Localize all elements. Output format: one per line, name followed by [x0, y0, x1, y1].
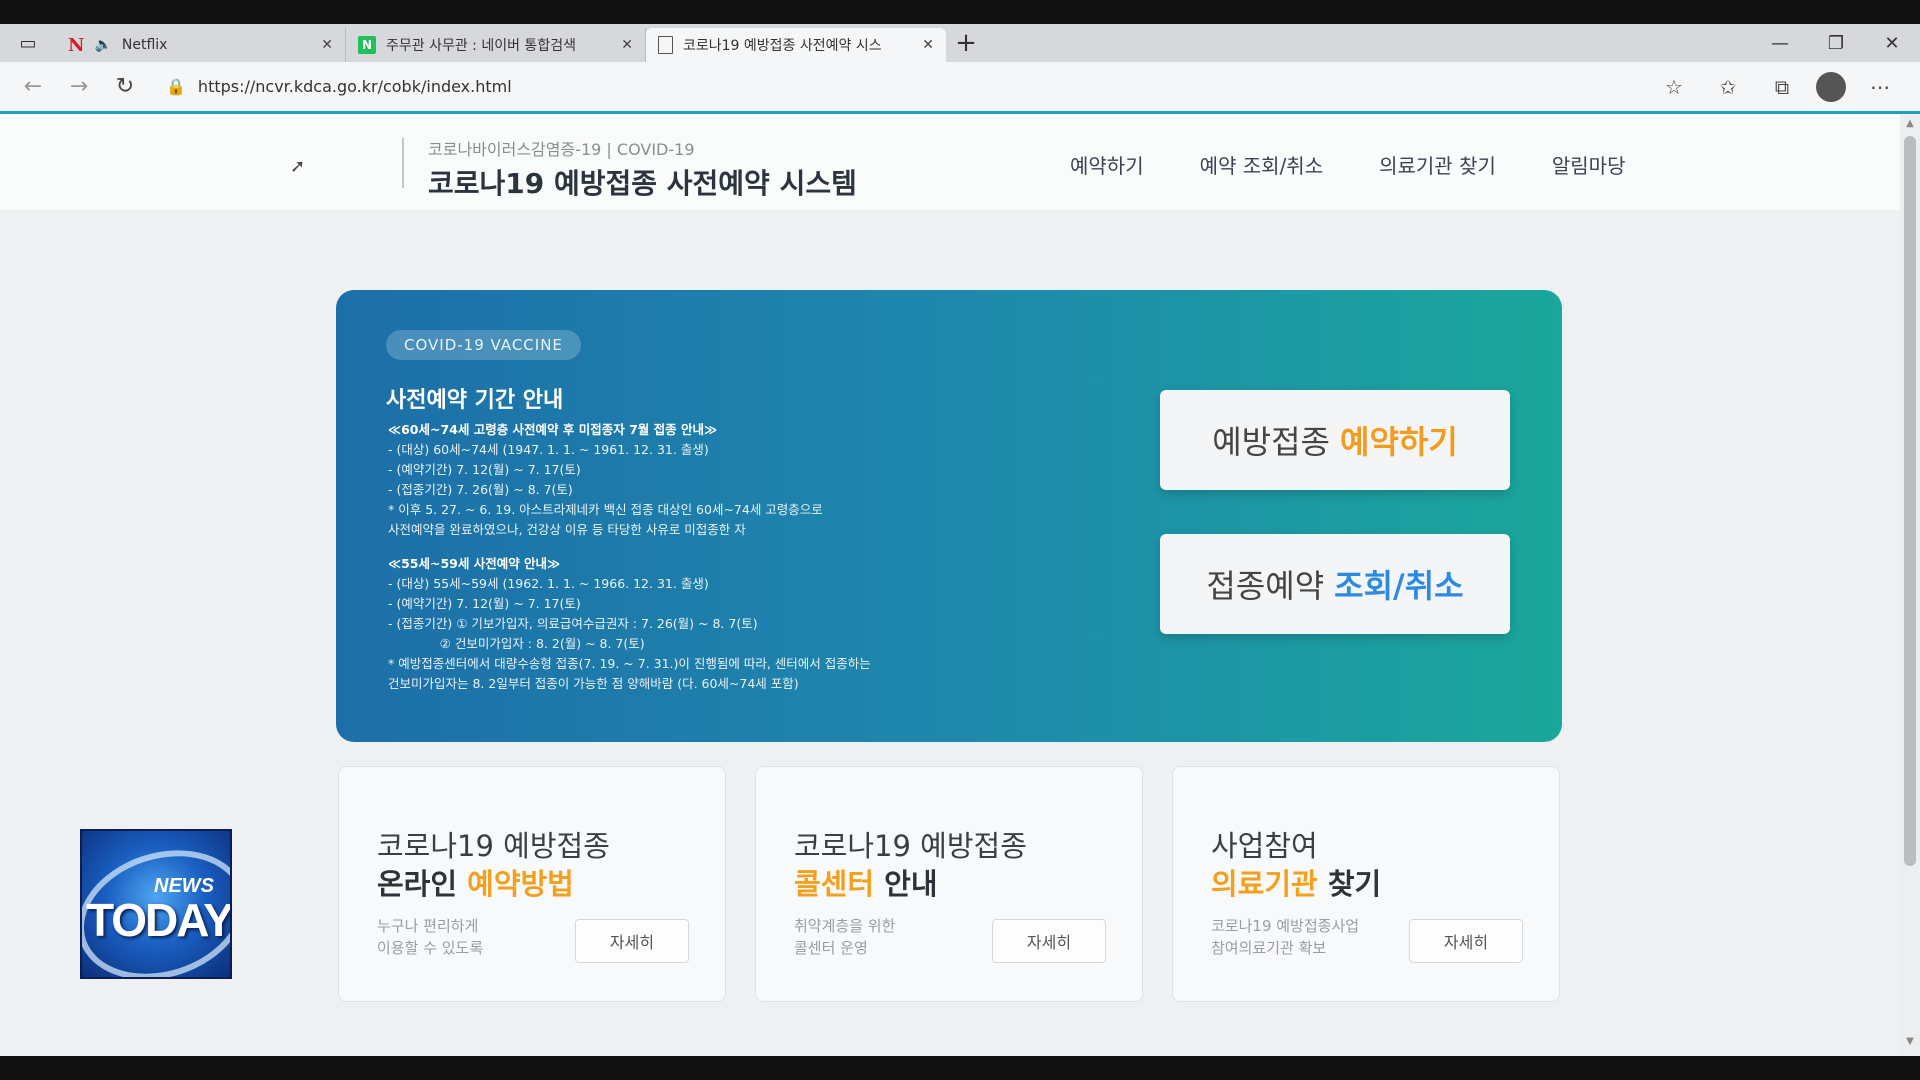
header-divider [402, 138, 404, 188]
card-title-line1: 코로나19 예방접종 [377, 829, 610, 863]
tab-actions-icon[interactable]: ▭ [0, 24, 56, 62]
nav-notices[interactable]: 알림마당 [1552, 150, 1626, 179]
tab-label: 주무관 사무관 : 네이버 통합검색 [386, 38, 576, 54]
vaccine-badge: COVID-19 VACCINE [386, 330, 581, 360]
nav-reserve[interactable]: 예약하기 [1070, 150, 1144, 179]
hero-title: 사전예약 기간 안내 [386, 388, 564, 413]
button-highlight: 예약하기 [1340, 423, 1458, 461]
profile-avatar[interactable] [1816, 71, 1846, 102]
card-title-line2: 콜센터 안내 [794, 867, 938, 901]
collections-icon[interactable]: ⧉ [1762, 67, 1802, 107]
close-icon[interactable]: ✕ [621, 37, 633, 53]
notice-line: - (접종기간) 7. 26(월) ~ 8. 7(토) [388, 482, 573, 497]
hero-banner: COVID-19 VACCINE 사전예약 기간 안내 ≪60세~74세 고령층… [336, 290, 1562, 742]
tab-label: 코로나19 예방접종 사전예약 시스 [683, 38, 882, 54]
notice-line: * 이후 5. 27. ~ 6. 19. 아스트라제네카 백신 접종 대상인 6… [388, 502, 823, 517]
notice-line: * 예방접종센터에서 대량수송형 접종(7. 19. ~ 7. 31.)이 진행… [388, 656, 871, 671]
notice-line: - (예약기간) 7. 12(월) ~ 7. 17(토) [388, 462, 581, 477]
card-description: 코로나19 예방접종사업 참여의료기관 확보 [1211, 917, 1360, 957]
letterbox-top [0, 0, 1920, 24]
site-title[interactable]: 코로나19 예방접종 사전예약 시스템 [428, 162, 857, 202]
tab-netflix[interactable]: N 🔈 Netflix ✕ [56, 28, 346, 62]
favorites-icon[interactable]: ✩ [1708, 67, 1748, 107]
netflix-icon: N [68, 34, 85, 56]
card-call-center[interactable]: 코로나19 예방접종 콜센터 안내 취약계층을 위한 콜센터 운영 자세히 [755, 766, 1143, 1002]
page-viewport: ➚ 코로나바이러스감염증-19 | COVID-19 코로나19 예방접종 사전… [0, 114, 1900, 1056]
card-detail-button[interactable]: 자세히 [992, 919, 1106, 963]
main-nav: 예약하기 예약 조회/취소 의료기관 찾기 알림마당 [1070, 150, 1625, 179]
site-header: ➚ 코로나바이러스감염증-19 | COVID-19 코로나19 예방접종 사전… [0, 114, 1900, 210]
tab-naver[interactable]: N 주무관 사무관 : 네이버 통합검색 ✕ [346, 28, 646, 62]
minimize-icon[interactable]: — [1752, 24, 1808, 62]
more-icon[interactable]: ⋯ [1860, 67, 1900, 107]
notice-line: - (대상) 55세~59세 (1962. 1. 1. ~ 1966. 12. … [388, 576, 709, 591]
notice-line: - (접종기간) ① 기보가입자, 의료급여수급권자 : 7. 26(월) ~ … [388, 616, 758, 631]
card-title-line2: 의료기관 찾기 [1211, 867, 1382, 901]
mouse-cursor-icon: ➚ [290, 156, 306, 177]
reservation-notice: ≪60세~74세 고령층 사전예약 후 미접종자 7월 접종 안내≫ - (대상… [388, 420, 948, 694]
card-title-line2: 온라인 예약방법 [377, 867, 574, 901]
card-title-line1: 사업참여 [1211, 829, 1318, 863]
close-icon[interactable]: ✕ [321, 37, 333, 53]
url-text[interactable]: https://ncvr.kdca.go.kr/cobk/index.html [198, 77, 512, 96]
tab-strip: ▭ N 🔈 Netflix ✕ N 주무관 사무관 : 네이버 통합검색 ✕ 코… [0, 24, 1920, 62]
card-detail-button[interactable]: 자세히 [1409, 919, 1523, 963]
notice-line: - (예약기간) 7. 12(월) ~ 7. 17(토) [388, 596, 581, 611]
notice-line: - (대상) 60세~74세 (1947. 1. 1. ~ 1961. 12. … [388, 442, 709, 457]
close-icon[interactable]: ✕ [922, 37, 934, 53]
forward-icon[interactable]: → [56, 67, 102, 107]
card-find-clinic[interactable]: 사업참여 의료기관 찾기 코로나19 예방접종사업 참여의료기관 확보 자세히 [1172, 766, 1560, 1002]
new-tab-button[interactable]: + [946, 28, 986, 58]
add-favorite-icon[interactable]: ☆ [1654, 67, 1694, 107]
card-detail-button[interactable]: 자세히 [575, 919, 689, 963]
card-description: 누구나 편리하게 이용할 수 있도록 [377, 917, 484, 957]
notice-line: ② 건보미가입자 : 8. 2(월) ~ 8. 7(토) [388, 636, 645, 651]
scroll-down-icon[interactable]: ▼ [1904, 1036, 1916, 1047]
speaker-icon[interactable]: 🔈 [94, 37, 111, 53]
reserve-vaccination-button[interactable]: 예방접종 예약하기 [1160, 390, 1510, 490]
card-description: 취약계층을 위한 콜센터 운영 [794, 917, 896, 957]
card-title-line1: 코로나19 예방접종 [794, 829, 1027, 863]
scroll-up-icon[interactable]: ▲ [1904, 118, 1916, 129]
button-prefix: 예방접종 [1212, 423, 1330, 461]
page-scrollbar[interactable]: ▲ ▼ [1900, 114, 1920, 1056]
notice-line: 건보미가입자는 8. 2일부터 접종이 가능한 점 양해바람 (다. 60세~7… [388, 676, 799, 691]
document-icon [658, 36, 673, 54]
address-bar[interactable]: 🔒 https://ncvr.kdca.go.kr/cobk/index.htm… [166, 77, 1654, 96]
nav-lookup-cancel[interactable]: 예약 조회/취소 [1200, 150, 1324, 179]
back-icon[interactable]: ← [10, 67, 56, 107]
lock-icon[interactable]: 🔒 [166, 77, 186, 96]
window-controls: — ❐ ✕ [1752, 24, 1920, 62]
restore-icon[interactable]: ❐ [1808, 24, 1864, 62]
naver-icon: N [358, 36, 376, 54]
notice-section-title: ≪55세~59세 사전예약 안내≫ [388, 556, 561, 571]
notice-section-title: ≪60세~74세 고령층 사전예약 후 미접종자 7월 접종 안내≫ [388, 422, 718, 437]
nav-find-clinic[interactable]: 의료기관 찾기 [1379, 150, 1496, 179]
tab-covid-reservation[interactable]: 코로나19 예방접종 사전예약 시스 ✕ [646, 28, 946, 62]
tab-label: Netflix [121, 37, 168, 53]
lookup-cancel-button[interactable]: 접종예약 조회/취소 [1160, 534, 1510, 634]
site-subtitle: 코로나바이러스감염증-19 | COVID-19 [428, 140, 695, 159]
scroll-thumb[interactable] [1904, 136, 1916, 866]
notice-line: 사전예약을 완료하였으나, 건강상 이유 등 타당한 사유로 미접종한 자 [388, 522, 746, 537]
button-prefix: 접종예약 [1206, 567, 1325, 605]
letterbox-bottom [0, 1056, 1920, 1080]
card-online-reservation[interactable]: 코로나19 예방접종 온라인 예약방법 누구나 편리하게 이용할 수 있도록 자세… [338, 766, 726, 1002]
browser-toolbar: ← → ↻ 🔒 https://ncvr.kdca.go.kr/cobk/ind… [0, 62, 1920, 114]
button-highlight: 조회/취소 [1334, 567, 1464, 605]
refresh-icon[interactable]: ↻ [102, 67, 148, 107]
window-close-icon[interactable]: ✕ [1864, 24, 1920, 62]
news-today-logo: NEWS TODAY [80, 829, 232, 979]
